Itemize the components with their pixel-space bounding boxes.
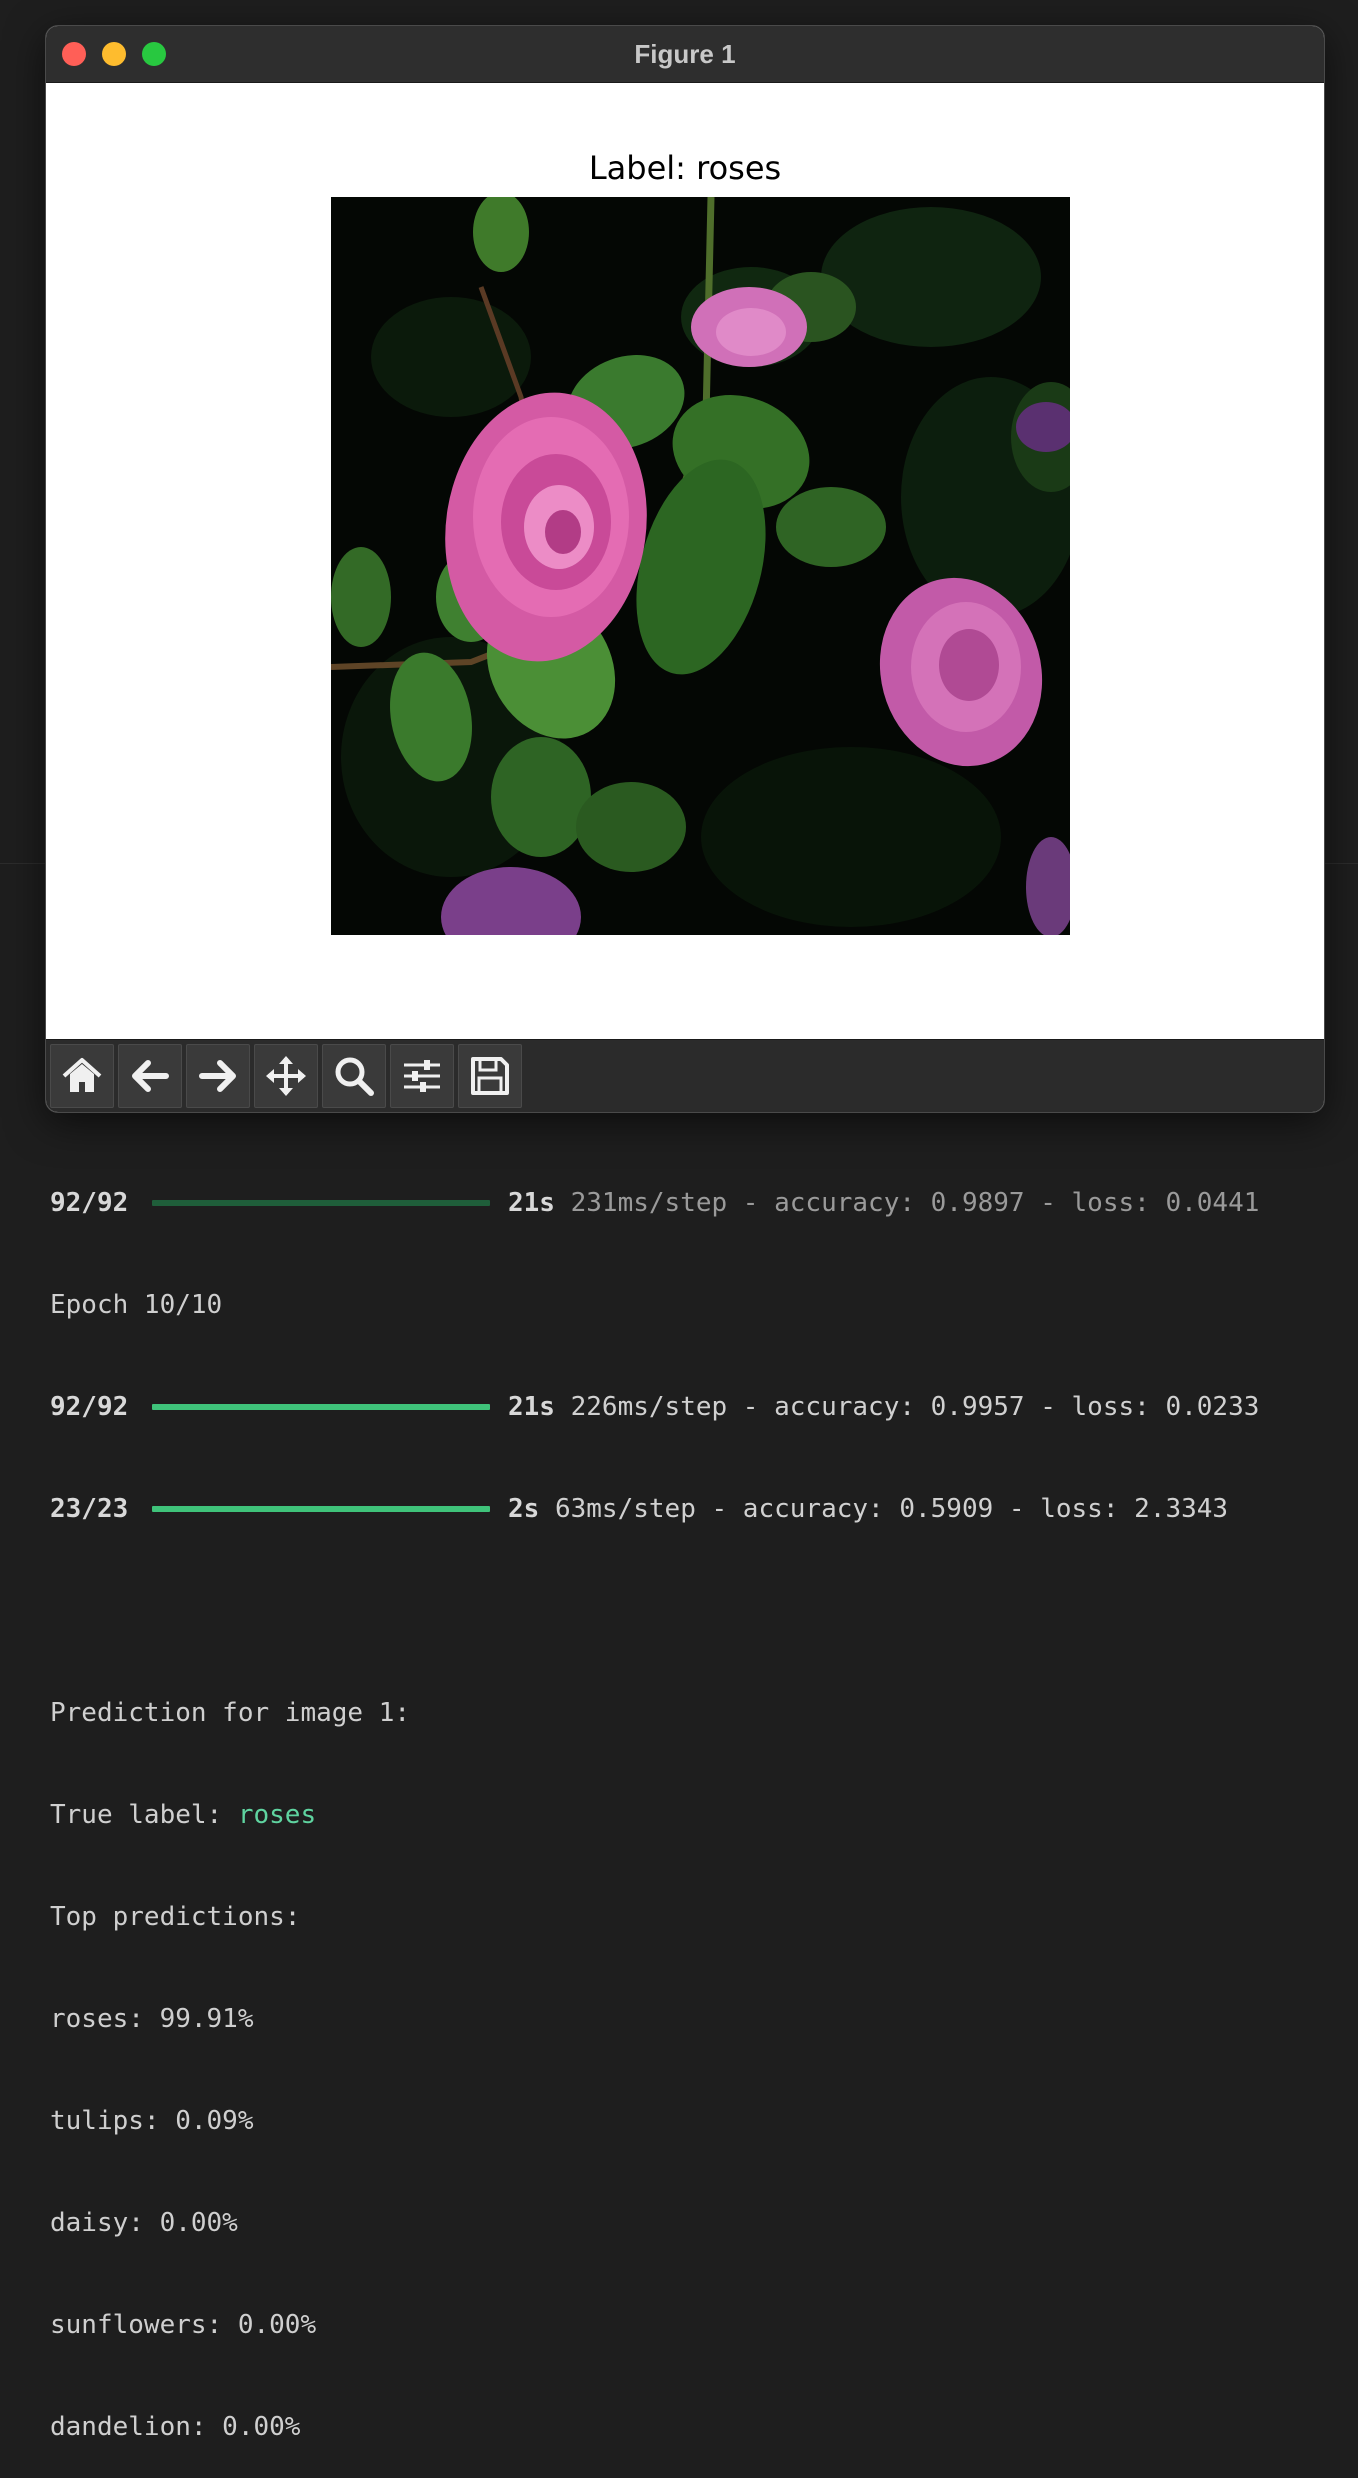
forward-button[interactable] bbox=[186, 1044, 250, 1108]
terminal-output: 92/92 21s 231ms/step - accuracy: 0.9897 -… bbox=[50, 1118, 1338, 2478]
pan-button[interactable] bbox=[254, 1044, 318, 1108]
step-counter: 92/92 bbox=[50, 1188, 129, 1218]
zoom-button[interactable] bbox=[322, 1044, 386, 1108]
window-titlebar[interactable]: Figure 1 bbox=[46, 26, 1324, 83]
figure-canvas[interactable]: Label: roses bbox=[46, 83, 1324, 1041]
true-label-prefix: True label: bbox=[50, 1800, 238, 1830]
configure-subplots-button[interactable] bbox=[390, 1044, 454, 1108]
move-icon bbox=[266, 1056, 306, 1096]
home-button[interactable] bbox=[50, 1044, 114, 1108]
save-button[interactable] bbox=[458, 1044, 522, 1108]
progress-bar bbox=[152, 1200, 490, 1206]
back-button[interactable] bbox=[118, 1044, 182, 1108]
prediction-header: Prediction for image 1: bbox=[50, 1698, 411, 1728]
prediction-item: daisy: 0.00% bbox=[50, 2208, 238, 2238]
progress-bar bbox=[152, 1404, 490, 1410]
magnifier-icon bbox=[335, 1057, 374, 1096]
true-label-value: roses bbox=[237, 1800, 317, 1830]
progress-line-eval: 23/23 2s 63ms/step - accuracy: 0.5909 - l… bbox=[50, 1492, 1338, 1526]
progress-bar bbox=[152, 1506, 490, 1512]
window-title: Figure 1 bbox=[634, 39, 736, 69]
prediction-item: tulips: 0.09% bbox=[50, 2106, 254, 2136]
true-label-line: True label: roses bbox=[50, 1798, 1338, 1832]
step-metrics: 231ms/step - accuracy: 0.9897 - loss: 0.… bbox=[570, 1188, 1260, 1218]
prediction-item: dandelion: 0.00% bbox=[50, 2412, 301, 2442]
step-counter: 92/92 bbox=[50, 1392, 129, 1422]
flower-image bbox=[331, 197, 1070, 935]
epoch-line: Epoch 10/10 bbox=[50, 1290, 223, 1320]
sliders-icon bbox=[404, 1060, 440, 1092]
progress-line-train-10: 92/92 21s 226ms/step - accuracy: 0.9957 -… bbox=[50, 1390, 1338, 1424]
home-icon bbox=[62, 1058, 102, 1092]
step-duration: 21s bbox=[508, 1392, 555, 1422]
step-duration: 21s bbox=[508, 1188, 555, 1218]
arrow-left-icon bbox=[132, 1060, 169, 1092]
step-metrics: 63ms/step - accuracy: 0.5909 - loss: 2.3… bbox=[554, 1494, 1229, 1524]
figure-window: Figure 1 Label: roses bbox=[46, 26, 1324, 1112]
navigation-toolbar bbox=[46, 1039, 1324, 1112]
prediction-item: sunflowers: 0.00% bbox=[50, 2310, 317, 2340]
prediction-item: roses: 99.91% bbox=[50, 2004, 254, 2034]
arrow-right-icon bbox=[199, 1060, 236, 1092]
step-counter: 23/23 bbox=[50, 1494, 129, 1524]
top-predictions-header: Top predictions: bbox=[50, 1902, 301, 1932]
step-metrics: 226ms/step - accuracy: 0.9957 - loss: 0.… bbox=[570, 1392, 1260, 1422]
progress-line-train-9: 92/92 21s 231ms/step - accuracy: 0.9897 -… bbox=[50, 1186, 1338, 1220]
step-duration: 2s bbox=[508, 1494, 540, 1524]
floppy-disk-icon bbox=[471, 1057, 509, 1095]
roses-illustration bbox=[331, 197, 1070, 935]
plot-title: Label: roses bbox=[588, 149, 782, 187]
